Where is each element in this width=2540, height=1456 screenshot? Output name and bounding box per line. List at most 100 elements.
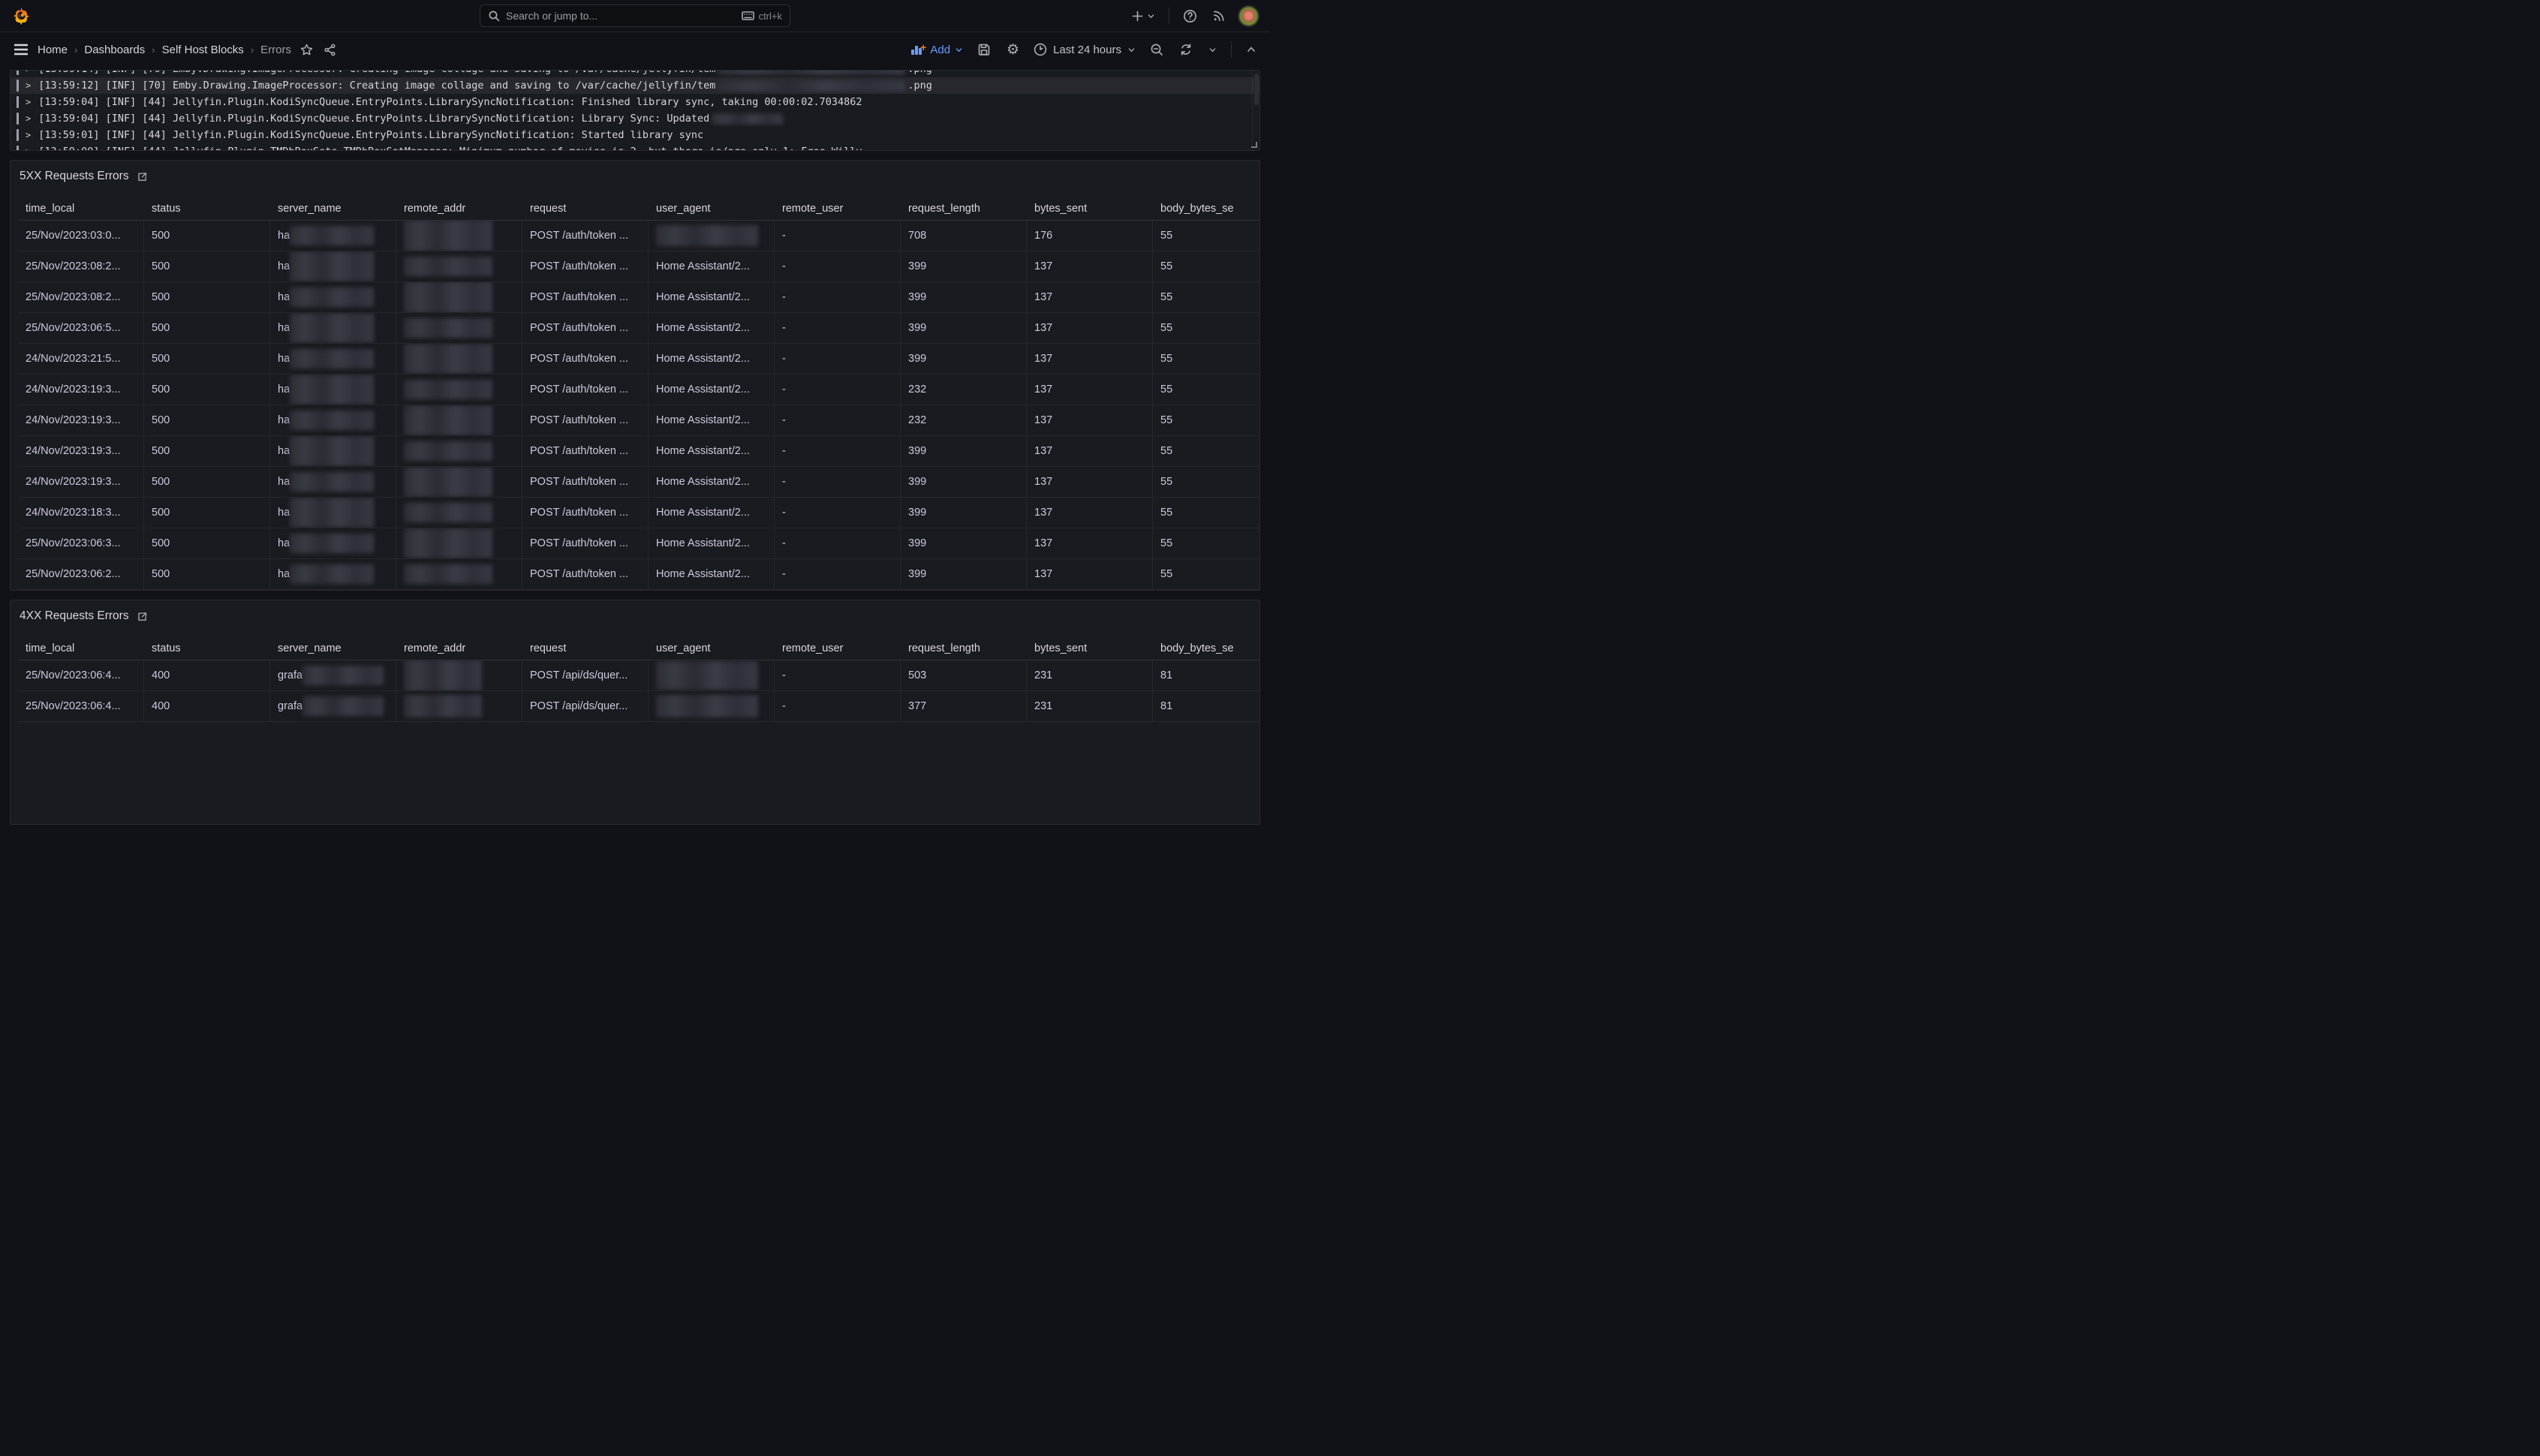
table-header-row: time_localstatusserver_nameremote_addrre… <box>18 636 1259 660</box>
chevron-down-icon <box>1208 46 1217 54</box>
cell-remote_user: - <box>775 221 901 251</box>
column-header-server_name[interactable]: server_name <box>270 636 396 660</box>
chevron-right-icon[interactable]: > <box>26 80 31 91</box>
column-header-request_length[interactable]: request_length <box>901 636 1027 660</box>
cell-user_agent: Home Assistant/2... <box>649 405 775 436</box>
redacted-blur <box>290 287 374 307</box>
breadcrumb-dashboards[interactable]: Dashboards <box>84 44 145 56</box>
search-input[interactable]: Search or jump to... ctrl+k <box>480 5 790 27</box>
column-header-time_local[interactable]: time_local <box>18 636 144 660</box>
cell-visible-prefix: ha <box>278 445 290 457</box>
column-header-request[interactable]: request <box>522 197 649 221</box>
cell-remote_addr <box>396 467 522 498</box>
column-header-request_length[interactable]: request_length <box>901 197 1027 221</box>
column-header-body_bytes_se[interactable]: body_bytes_se <box>1153 636 1259 660</box>
refresh-button[interactable] <box>1178 41 1194 58</box>
news-button[interactable] <box>1211 8 1227 24</box>
chevron-right-icon[interactable]: > <box>26 130 31 140</box>
external-link-icon[interactable] <box>137 611 148 622</box>
column-header-status[interactable]: status <box>144 197 270 221</box>
cell-user_agent: Home Assistant/2... <box>649 313 775 344</box>
log-message: [13:59:04] [INF] [44] Jellyfin.Plugin.Ko… <box>38 96 862 108</box>
time-range-picker[interactable]: Last 24 hours <box>1034 43 1136 56</box>
external-link-icon[interactable] <box>137 171 148 182</box>
cell-status: 500 <box>144 251 270 282</box>
column-header-request[interactable]: request <box>522 636 649 660</box>
log-row[interactable]: > [13:59:01] [INF] [44] Jellyfin.Plugin.K… <box>11 127 1259 143</box>
column-header-remote_user[interactable]: remote_user <box>775 636 901 660</box>
grafana-logo-icon[interactable] <box>12 7 31 26</box>
breadcrumb-folder[interactable]: Self Host Blocks <box>162 44 244 56</box>
cell-user_agent: Home Assistant/2... <box>649 436 775 467</box>
refresh-icon <box>1179 43 1193 56</box>
top-navbar: Search or jump to... ctrl+k <box>0 0 1270 32</box>
column-header-remote_addr[interactable]: remote_addr <box>396 197 522 221</box>
cell-body_bytes_se: 81 <box>1153 660 1259 691</box>
cell-bytes_sent: 137 <box>1027 467 1153 498</box>
cell-remote_user: - <box>775 660 901 691</box>
cell-request_length: 399 <box>901 251 1027 282</box>
dashboard-settings-button[interactable]: ⚙ <box>1005 41 1021 59</box>
logs-scrollbar[interactable] <box>1252 71 1259 150</box>
user-avatar[interactable] <box>1239 7 1258 26</box>
redacted-blur <box>712 113 783 125</box>
log-row[interactable]: >[13:59:04] [INF] [44] Jellyfin.Plugin.K… <box>11 110 1259 127</box>
cell-bytes_sent: 231 <box>1027 660 1153 691</box>
redacted-blur <box>404 467 492 497</box>
table-row: 25/Nov/2023:06:5...500haPOST /auth/token… <box>18 313 1259 344</box>
zoom-out-icon <box>1150 43 1163 56</box>
column-header-bytes_sent[interactable]: bytes_sent <box>1027 197 1153 221</box>
cell-status: 500 <box>144 467 270 498</box>
column-header-user_agent[interactable]: user_agent <box>649 636 775 660</box>
log-message: [13:59:14] [INF] [70] Emby.Drawing.Image… <box>38 70 932 75</box>
share-button[interactable] <box>322 42 338 58</box>
column-header-bytes_sent[interactable]: bytes_sent <box>1027 636 1153 660</box>
log-message: [13:59:01] [INF] [44] Jellyfin.Plugin.Ko… <box>38 129 703 141</box>
column-header-time_local[interactable]: time_local <box>18 197 144 221</box>
column-header-status[interactable]: status <box>144 636 270 660</box>
add-panel-button[interactable]: + Add <box>911 44 963 56</box>
question-circle-icon <box>1183 9 1197 23</box>
panel-title[interactable]: 4XX Requests Errors <box>20 609 129 623</box>
chevron-right-icon[interactable]: > <box>26 146 31 151</box>
cell-server_name: ha <box>270 344 396 375</box>
cell-request_length: 232 <box>901 405 1027 436</box>
cell-server_name: ha <box>270 559 396 590</box>
column-header-user_agent[interactable]: user_agent <box>649 197 775 221</box>
column-header-remote_addr[interactable]: remote_addr <box>396 636 522 660</box>
breadcrumb-home[interactable]: Home <box>38 44 68 56</box>
refresh-interval-picker[interactable] <box>1207 44 1218 56</box>
column-header-server_name[interactable]: server_name <box>270 197 396 221</box>
panel-resize-handle[interactable] <box>1251 142 1257 148</box>
table-5xx: time_localstatusserver_nameremote_addrre… <box>18 197 1259 590</box>
table-row: 25/Nov/2023:03:0...500haPOST /auth/token… <box>18 221 1259 251</box>
mega-menu-button[interactable] <box>12 42 30 57</box>
cell-remote_user: - <box>775 559 901 590</box>
chevron-right-icon[interactable]: > <box>26 113 31 124</box>
zoom-out-button[interactable] <box>1148 41 1165 58</box>
cell-time_local: 25/Nov/2023:03:0... <box>18 221 144 251</box>
panel-title[interactable]: 5XX Requests Errors <box>20 170 129 183</box>
log-row[interactable]: > [13:59:14] [INF] [70] Emby.Drawing.Imag… <box>11 70 1259 77</box>
cell-bytes_sent: 231 <box>1027 691 1153 722</box>
cell-bytes_sent: 137 <box>1027 436 1153 467</box>
new-menu-button[interactable] <box>1130 8 1157 24</box>
help-button[interactable] <box>1181 8 1199 25</box>
collapse-toolbar-button[interactable] <box>1244 43 1258 56</box>
column-header-remote_user[interactable]: remote_user <box>775 197 901 221</box>
save-dashboard-button[interactable] <box>976 41 992 58</box>
cell-user_agent: Home Assistant/2... <box>649 251 775 282</box>
cell-visible-prefix: ha <box>278 384 290 396</box>
favorite-button[interactable] <box>299 42 314 58</box>
dashboard-canvas: > [13:59:14] [INF] [70] Emby.Drawing.Imag… <box>0 67 1270 825</box>
cell-request: POST /auth/token ... <box>522 559 649 590</box>
chevron-right-icon[interactable]: > <box>26 97 31 107</box>
redacted-blur <box>404 695 482 717</box>
log-row[interactable]: >[13:59:00] [INF] [44] Jellyfin.Plugin.T… <box>11 143 1259 151</box>
chevron-right-icon[interactable]: > <box>26 70 31 74</box>
redacted-blur <box>404 503 492 522</box>
column-header-body_bytes_se[interactable]: body_bytes_se <box>1153 197 1259 221</box>
log-row[interactable]: > [13:59:04] [INF] [44] Jellyfin.Plugin.K… <box>11 94 1259 110</box>
cell-body_bytes_se: 55 <box>1153 344 1259 375</box>
log-row[interactable]: >[13:59:12] [INF] [70] Emby.Drawing.Imag… <box>11 77 1259 94</box>
